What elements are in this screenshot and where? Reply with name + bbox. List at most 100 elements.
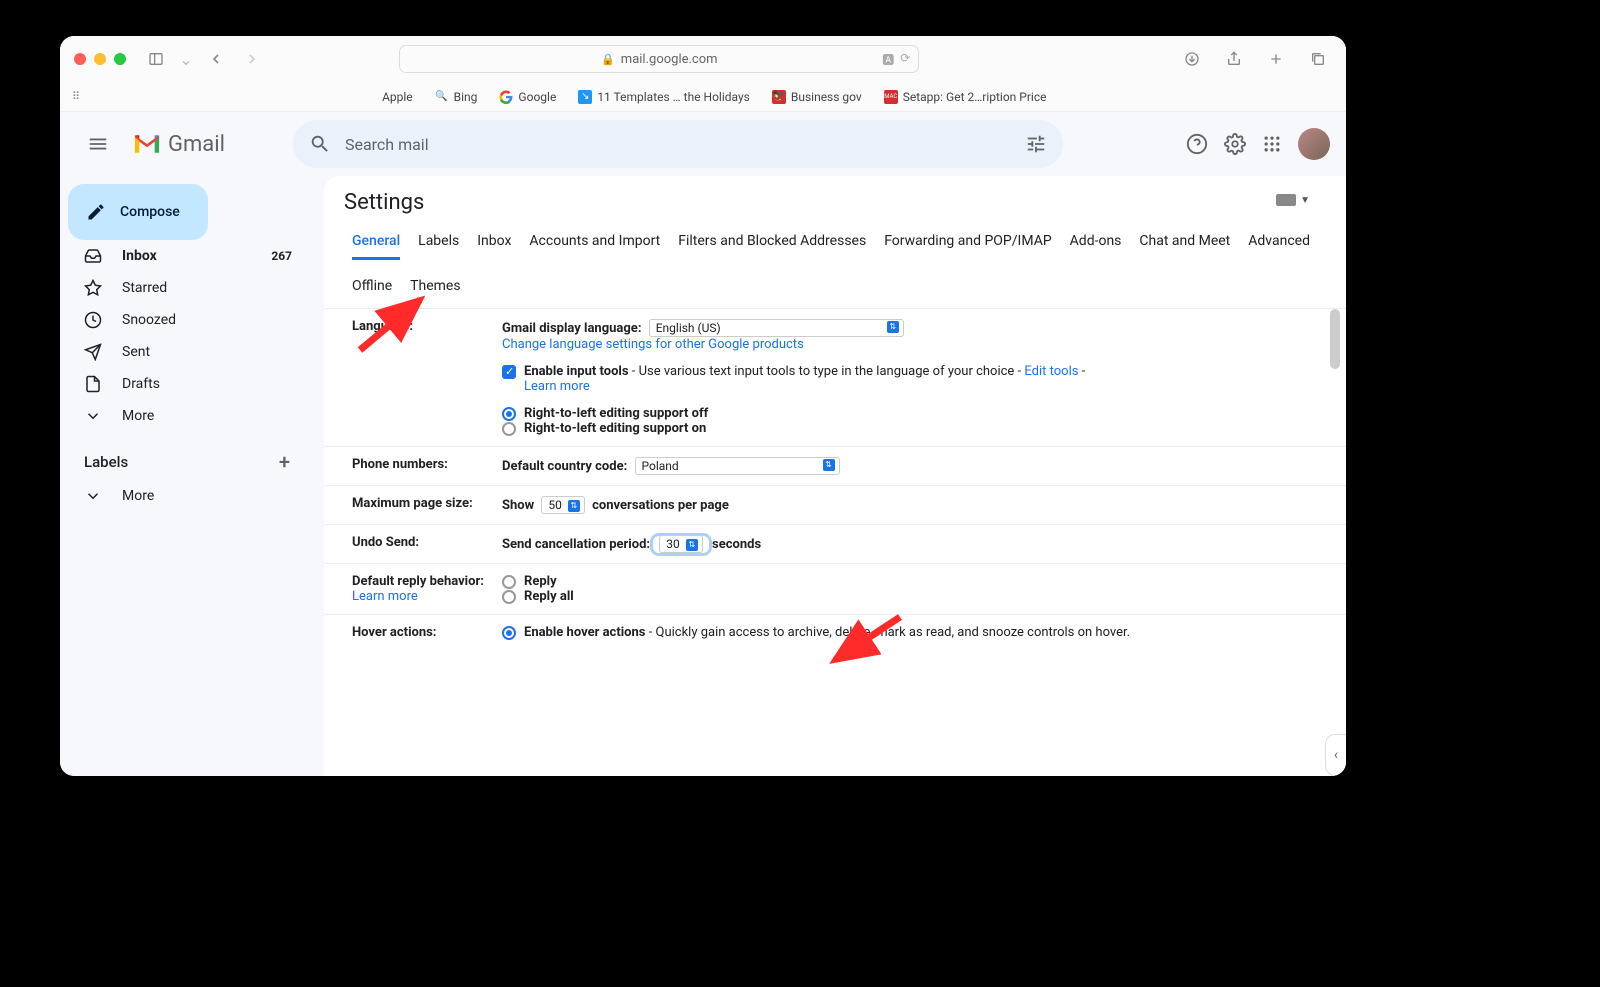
chevron-down-icon[interactable]: ⌄ [178, 45, 194, 73]
rtl-off-radio[interactable] [502, 407, 516, 421]
gmail-logo[interactable]: Gmail [132, 132, 225, 157]
settings-table: Language: Gmail display language: Englis… [324, 308, 1346, 650]
undo-period-select[interactable]: 30⇅ [659, 535, 703, 553]
reply-learn-more-link[interactable]: Learn more [352, 589, 418, 604]
chevron-down-icon [84, 487, 102, 505]
url-text: mail.google.com [621, 52, 718, 67]
file-icon [84, 375, 102, 393]
row-page-size: Maximum page size: Show 50⇅ conversation… [324, 486, 1346, 525]
reload-icon[interactable]: ⟳ [900, 51, 910, 68]
keyboard-icon [1276, 194, 1296, 206]
nav-sent[interactable]: Sent [60, 336, 308, 368]
main-menu-icon[interactable] [76, 122, 120, 166]
gmail-logo-text: Gmail [168, 132, 225, 157]
gear-icon[interactable] [1224, 133, 1246, 155]
apps-grid-icon[interactable]: ⠿ [72, 90, 81, 103]
tab-accounts[interactable]: Accounts and Import [529, 233, 660, 260]
send-icon [84, 343, 102, 361]
row-hover-actions: Hover actions: Enable hover actions - Qu… [324, 615, 1346, 650]
bookmark-google[interactable]: Google [499, 90, 556, 104]
sidebar-toggle-icon[interactable] [142, 45, 170, 73]
share-icon[interactable] [1220, 45, 1248, 73]
bookmark-templates[interactable]: ↘11 Templates … the Holidays [578, 90, 750, 104]
chevron-down-icon [84, 407, 102, 425]
clock-icon [84, 311, 102, 329]
tab-general[interactable]: General [352, 233, 400, 260]
labels-more[interactable]: More [60, 480, 308, 512]
side-panel-toggle[interactable]: ‹ [1325, 734, 1346, 776]
bookmark-apple[interactable]: Apple [363, 90, 413, 104]
minimize-window[interactable] [94, 53, 106, 65]
bookmark-business-gov[interactable]: 🦅Business gov [772, 90, 862, 104]
gmail-header: Gmail Search mail [60, 112, 1346, 176]
settings-tabs: General Labels Inbox Accounts and Import… [324, 215, 1346, 302]
url-actions: 🅰⟳ [882, 51, 910, 68]
nav-drafts[interactable]: Drafts [60, 368, 308, 400]
titlebar: ⌄ 🔒 mail.google.com 🅰⟳ [60, 36, 1346, 82]
row-language: Language: Gmail display language: Englis… [324, 309, 1346, 447]
row-default-reply: Default reply behavior:Learn more Reply … [324, 564, 1346, 615]
rtl-on-radio[interactable] [502, 422, 516, 436]
row-phone: Phone numbers: Default country code: Pol… [324, 447, 1346, 486]
enable-input-checkbox[interactable] [502, 365, 516, 379]
tabs-icon[interactable] [1304, 45, 1332, 73]
tab-inbox[interactable]: Inbox [477, 233, 511, 260]
language-select[interactable]: English (US)⇅ [649, 319, 904, 337]
help-icon[interactable] [1186, 133, 1208, 155]
settings-panel: Settings ▼ General Labels Inbox Accounts… [324, 176, 1346, 776]
nav-inbox[interactable]: Inbox267 [60, 240, 308, 272]
change-language-link[interactable]: Change language settings for other Googl… [502, 337, 804, 352]
labels-header: Labels+ [60, 432, 308, 480]
search-icon [309, 133, 331, 155]
compose-label: Compose [120, 204, 180, 220]
tab-forwarding[interactable]: Forwarding and POP/IMAP [884, 233, 1051, 260]
input-tools-indicator[interactable]: ▼ [1276, 194, 1310, 206]
sidebar: Compose Inbox267 Starred Snoozed Sent Dr… [60, 176, 316, 776]
reply-all-radio[interactable] [502, 590, 516, 604]
traffic-lights [74, 53, 126, 65]
tab-labels[interactable]: Labels [418, 233, 459, 260]
header-actions [1186, 128, 1330, 160]
tab-chat[interactable]: Chat and Meet [1139, 233, 1230, 260]
bookmark-bing[interactable]: 🔍Bing [435, 90, 478, 104]
add-label-button[interactable]: + [279, 450, 290, 474]
url-bar[interactable]: 🔒 mail.google.com 🅰⟳ [399, 45, 919, 73]
back-button[interactable] [202, 45, 230, 73]
search-placeholder: Search mail [345, 135, 429, 154]
page-title: Settings [324, 190, 1346, 215]
country-code-select[interactable]: Poland⇅ [635, 457, 840, 475]
translate-icon[interactable]: 🅰 [882, 51, 894, 68]
bookmark-setapp[interactable]: MACSetapp: Get 2…ription Price [884, 90, 1047, 104]
browser-window: ⌄ 🔒 mail.google.com 🅰⟳ ⠿ Apple 🔍Bing Goo… [60, 36, 1346, 776]
page-size-select[interactable]: 50⇅ [541, 496, 585, 514]
gmail-logo-icon [132, 133, 162, 155]
bookmarks-bar: ⠿ Apple 🔍Bing Google ↘11 Templates … the… [60, 82, 1346, 112]
learn-more-link[interactable]: Learn more [524, 379, 590, 394]
nav-snoozed[interactable]: Snoozed [60, 304, 308, 336]
hover-enable-radio[interactable] [502, 626, 516, 640]
scrollbar[interactable] [1330, 309, 1340, 369]
tune-icon[interactable] [1025, 133, 1047, 155]
apps-icon[interactable] [1262, 134, 1282, 154]
forward-button[interactable] [238, 45, 266, 73]
star-icon [84, 279, 102, 297]
inbox-count: 267 [271, 249, 292, 263]
close-window[interactable] [74, 53, 86, 65]
tab-advanced[interactable]: Advanced [1248, 233, 1310, 260]
nav-starred[interactable]: Starred [60, 272, 308, 304]
tab-filters[interactable]: Filters and Blocked Addresses [678, 233, 866, 260]
new-tab-icon[interactable] [1262, 45, 1290, 73]
tab-addons[interactable]: Add-ons [1070, 233, 1122, 260]
tab-offline[interactable]: Offline [352, 278, 392, 302]
search-bar[interactable]: Search mail [293, 120, 1063, 168]
avatar[interactable] [1298, 128, 1330, 160]
downloads-icon[interactable] [1178, 45, 1206, 73]
compose-button[interactable]: Compose [68, 184, 208, 240]
row-undo-send: Undo Send: Send cancellation period: 30⇅… [324, 525, 1346, 564]
tab-themes[interactable]: Themes [410, 278, 460, 302]
edit-tools-link[interactable]: Edit tools [1024, 364, 1078, 379]
maximize-window[interactable] [114, 53, 126, 65]
reply-radio[interactable] [502, 575, 516, 589]
pencil-icon [86, 202, 106, 222]
nav-more[interactable]: More [60, 400, 308, 432]
